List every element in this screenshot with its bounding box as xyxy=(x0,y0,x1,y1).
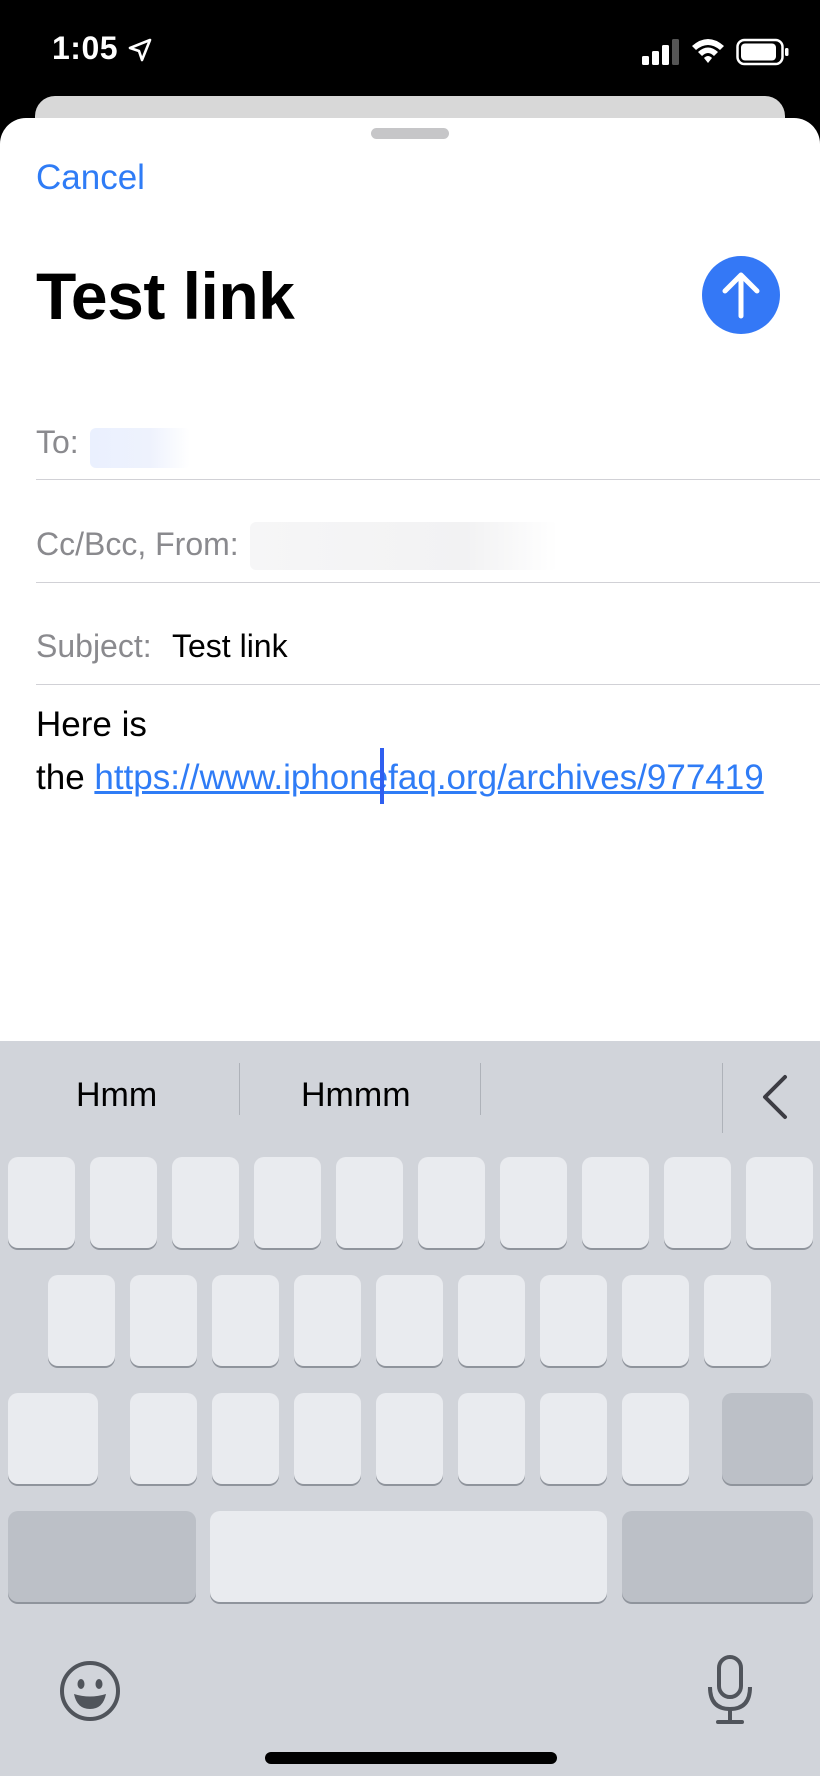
key[interactable] xyxy=(90,1157,157,1248)
ccbcc-from-label: Cc/Bcc, From: xyxy=(36,526,239,562)
key[interactable] xyxy=(540,1275,607,1366)
status-time: 1:05 xyxy=(52,30,119,66)
arrow-up-icon xyxy=(722,272,760,319)
key[interactable] xyxy=(130,1393,197,1484)
suggestion-1[interactable]: Hmm xyxy=(76,1076,157,1115)
key[interactable] xyxy=(704,1275,771,1366)
key[interactable] xyxy=(172,1157,239,1248)
status-bar: 1:05 xyxy=(0,0,820,100)
numbers-key[interactable] xyxy=(8,1511,196,1602)
key[interactable] xyxy=(130,1275,197,1366)
key[interactable] xyxy=(294,1393,361,1484)
body-link[interactable]: https://www.iphonefaq.org/archives/97741… xyxy=(94,758,763,797)
to-label: To: xyxy=(36,424,79,460)
body-line: Here is xyxy=(36,705,147,744)
send-button[interactable] xyxy=(702,256,780,334)
key[interactable] xyxy=(376,1275,443,1366)
body-text: the xyxy=(36,758,85,797)
to-recipient-redacted xyxy=(90,428,190,468)
message-body[interactable]: Here is the https://www.iphonefaq.org/ar… xyxy=(36,698,776,804)
divider xyxy=(480,1063,481,1115)
key[interactable] xyxy=(48,1275,115,1366)
key[interactable] xyxy=(746,1157,813,1248)
keyboard: Hmm Hmmm xyxy=(0,1041,820,1776)
emoji-icon[interactable] xyxy=(58,1659,122,1723)
ccbcc-from-field[interactable]: Cc/Bcc, From: xyxy=(36,492,820,594)
microphone-icon[interactable] xyxy=(700,1653,760,1727)
cellular-signal-icon xyxy=(642,39,679,65)
collapse-suggestions-button[interactable] xyxy=(722,1063,820,1133)
sheet-grabber[interactable] xyxy=(371,128,449,139)
key[interactable] xyxy=(418,1157,485,1248)
key[interactable] xyxy=(376,1393,443,1484)
divider xyxy=(239,1063,240,1115)
key[interactable] xyxy=(336,1157,403,1248)
key[interactable] xyxy=(8,1157,75,1248)
key[interactable] xyxy=(294,1275,361,1366)
chevron-left-icon xyxy=(763,1075,787,1119)
divider xyxy=(36,684,820,685)
to-field[interactable]: To: xyxy=(36,390,820,492)
key[interactable] xyxy=(212,1393,279,1484)
from-address-redacted xyxy=(250,522,558,570)
suggestion-2[interactable]: Hmmm xyxy=(301,1076,411,1115)
divider xyxy=(36,479,820,480)
text-cursor xyxy=(380,748,384,804)
return-key[interactable] xyxy=(622,1511,813,1602)
battery-icon xyxy=(736,38,789,66)
key[interactable] xyxy=(254,1157,321,1248)
suggestion-bar: Hmm Hmmm xyxy=(0,1041,820,1151)
key[interactable] xyxy=(458,1275,525,1366)
shift-key[interactable] xyxy=(8,1393,98,1484)
home-indicator xyxy=(265,1752,557,1764)
key[interactable] xyxy=(500,1157,567,1248)
key[interactable] xyxy=(540,1393,607,1484)
subject-label: Subject: xyxy=(36,628,152,664)
location-arrow-icon xyxy=(128,38,152,62)
key[interactable] xyxy=(458,1393,525,1484)
key[interactable] xyxy=(582,1157,649,1248)
subject-input[interactable]: Test link xyxy=(172,628,288,665)
wifi-icon xyxy=(692,39,724,63)
delete-key[interactable] xyxy=(722,1393,813,1484)
space-key[interactable] xyxy=(210,1511,607,1602)
key[interactable] xyxy=(622,1393,689,1484)
subject-field[interactable]: Subject: Test link xyxy=(36,594,820,696)
key[interactable] xyxy=(622,1275,689,1366)
key[interactable] xyxy=(664,1157,731,1248)
key[interactable] xyxy=(212,1275,279,1366)
message-title: Test link xyxy=(36,259,295,333)
divider xyxy=(36,582,820,583)
cancel-button[interactable]: Cancel xyxy=(36,158,145,198)
